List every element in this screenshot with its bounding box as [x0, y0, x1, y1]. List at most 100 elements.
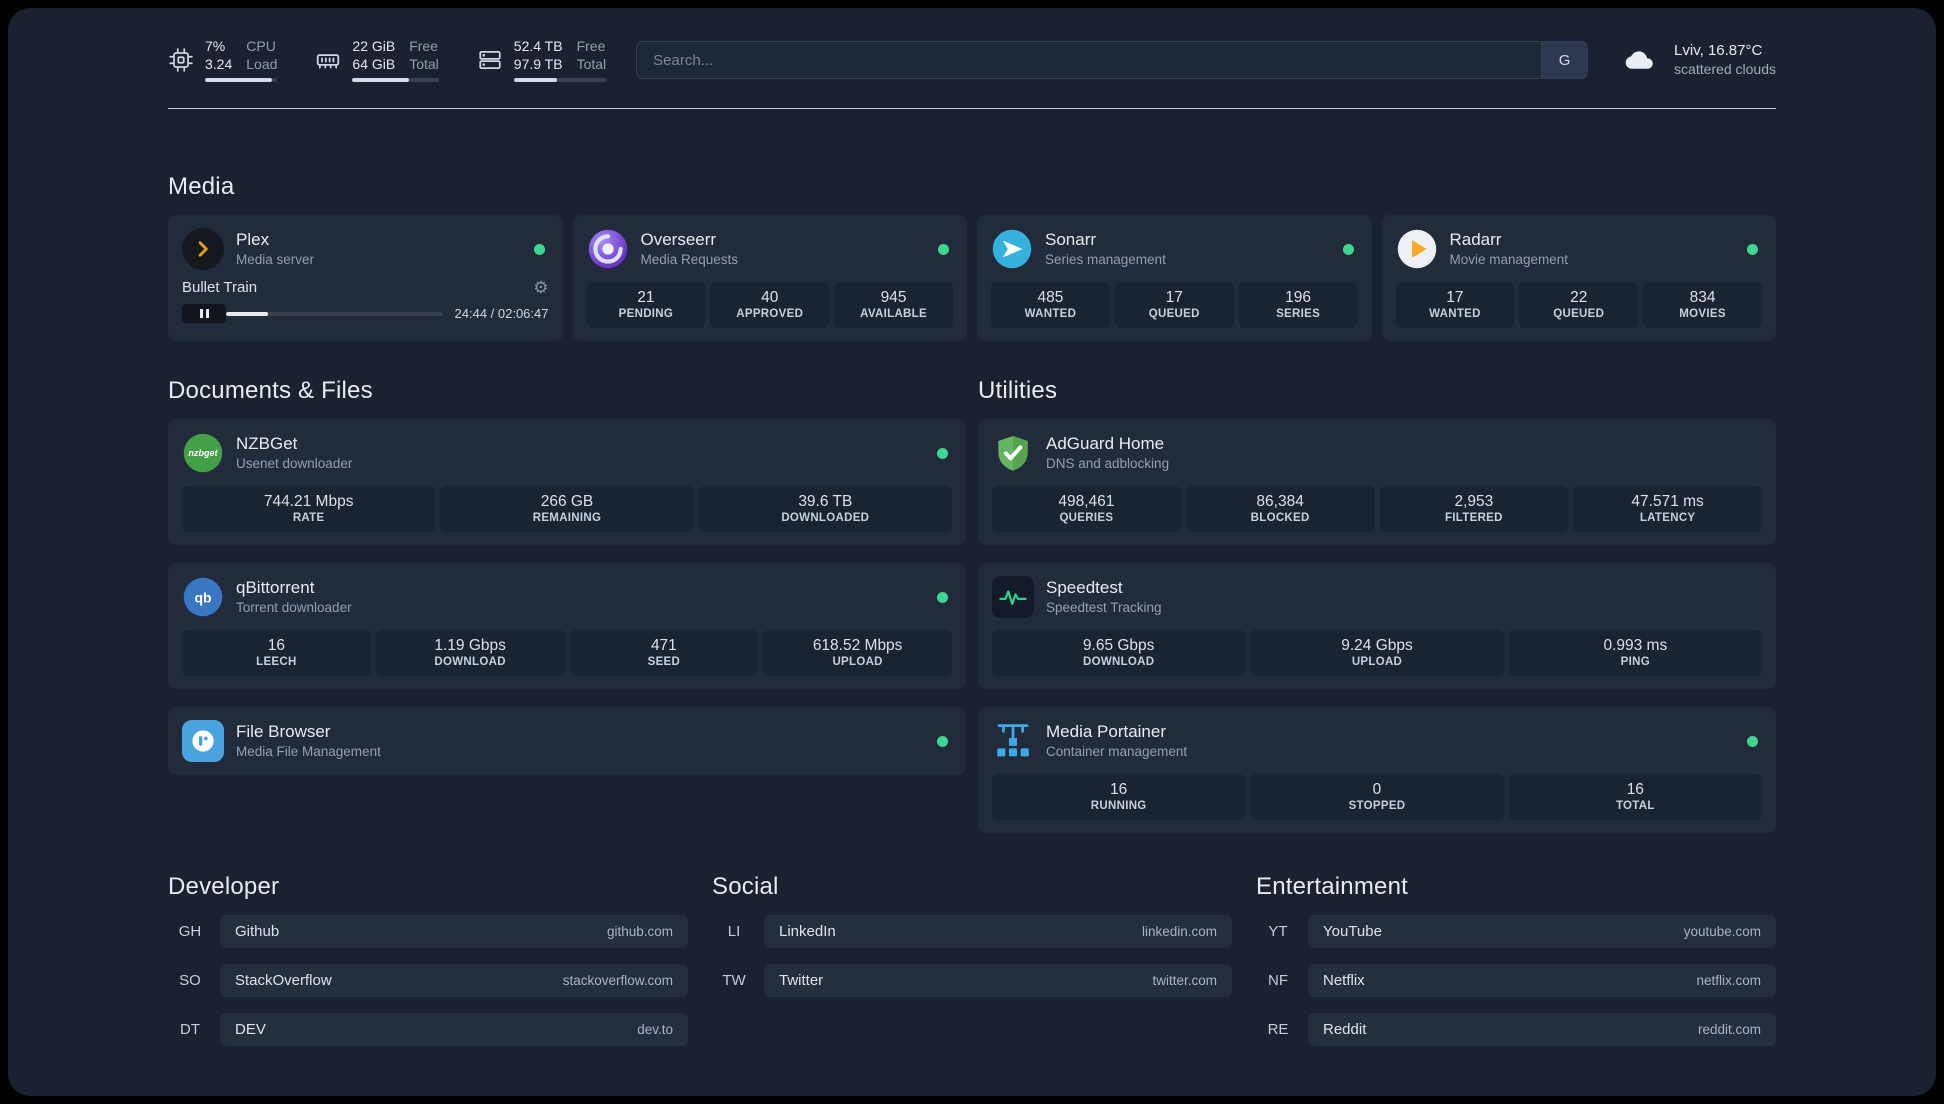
status-dot [1747, 735, 1758, 747]
stat-box: 834 MOVIES [1643, 282, 1762, 328]
stat-box: 16 LEECH [182, 630, 371, 676]
service-link-portainer[interactable]: Media Portainer Container management [992, 720, 1762, 762]
stat-box: 485 WANTED [991, 282, 1110, 328]
topbar-divider [168, 108, 1776, 109]
service-name: NZBGet [236, 434, 298, 453]
service-link-adguard[interactable]: AdGuard Home DNS and adblocking [992, 432, 1762, 474]
stat-box: 9.24 Gbps UPLOAD [1250, 630, 1504, 676]
dashboard-panel: 7% CPU 3.24 Load 22 GiB Free 64 GiB Tota… [8, 8, 1936, 1096]
radarr-icon [1396, 228, 1438, 270]
svg-text:qb: qb [194, 589, 211, 605]
bookmark-reddit[interactable]: RE Reddit reddit.com [1256, 1013, 1776, 1046]
service-link-sonarr[interactable]: Sonarr Series management [991, 228, 1358, 270]
service-name: Plex [236, 230, 270, 249]
stat-box: 1.19 Gbps DOWNLOAD [375, 630, 565, 676]
service-card-radarr: Radarr Movie management 17 WANTED 22 QUE… [1381, 215, 1776, 341]
service-link-plex[interactable]: Plex Media server [182, 228, 549, 270]
memory-total: 64 GiB [352, 56, 396, 72]
section-title-social: Social [712, 873, 779, 900]
topbar: 7% CPU 3.24 Load 22 GiB Free 64 GiB Tota… [168, 38, 1776, 82]
status-dot [1747, 243, 1758, 255]
stat-box: 0.993 ms PING [1508, 630, 1762, 676]
service-card-plex: Plex Media server Bullet Train ⚙ 24:44 /… [168, 215, 563, 341]
service-link-speedtest[interactable]: Speedtest Speedtest Tracking [992, 576, 1762, 618]
bookmark-youtube[interactable]: YT YouTube youtube.com [1256, 915, 1776, 948]
memory-widget: 22 GiB Free 64 GiB Total [315, 38, 439, 82]
section-title-developer: Developer [168, 873, 280, 900]
search-input[interactable] [637, 42, 1542, 78]
cpu-percent: 7% [205, 38, 226, 54]
service-card-filebrowser: File Browser Media File Management [168, 707, 966, 775]
service-desc: Usenet downloader [236, 456, 353, 471]
stat-box: 86,384 BLOCKED [1185, 486, 1375, 532]
service-desc: Torrent downloader [236, 600, 352, 615]
service-name: Media Portainer [1046, 722, 1167, 741]
memory-free-label: Free [409, 38, 439, 54]
service-desc: DNS and adblocking [1046, 456, 1170, 471]
bookmark-linkedin[interactable]: LI LinkedIn linkedin.com [712, 915, 1232, 948]
overseerr-icon [587, 228, 629, 270]
stat-box: 21 PENDING [586, 282, 706, 328]
service-link-filebrowser[interactable]: File Browser Media File Management [182, 720, 952, 762]
service-link-radarr[interactable]: Radarr Movie management [1396, 228, 1763, 270]
section-documents: Documents & Files nzbget NZBGet Usenet d… [168, 377, 966, 833]
status-dot [937, 591, 948, 603]
stat-box: 16 TOTAL [1508, 774, 1762, 820]
cpu-widget: 7% CPU 3.24 Load [168, 38, 278, 82]
service-desc: Movie management [1449, 252, 1569, 267]
playback-time: 24:44 / 02:06:47 [454, 306, 549, 321]
section-utilities: Utilities AdGuard Home DNS and adblockin… [978, 377, 1776, 833]
disk-free-label: Free [576, 38, 606, 54]
bookmark-group-entertainment: Entertainment YT YouTube youtube.com NF … [1256, 873, 1776, 1046]
stat-box: 16 RUNNING [992, 774, 1246, 820]
disk-total-label: Total [576, 56, 607, 72]
stat-box: 39.6 TB DOWNLOADED [698, 486, 952, 532]
stat-box: 9.65 Gbps DOWNLOAD [992, 630, 1246, 676]
search-provider-button[interactable]: G [1541, 42, 1588, 78]
playback-progress-bar [226, 311, 443, 316]
service-desc: Speedtest Tracking [1046, 600, 1162, 615]
status-dot [937, 735, 948, 747]
bookmark-dev[interactable]: DT DEV dev.to [168, 1013, 688, 1046]
stat-box: 266 GB REMAINING [440, 486, 694, 532]
stat-box: 17 WANTED [1395, 282, 1515, 328]
section-title-entertainment: Entertainment [1256, 873, 1409, 900]
service-desc: Media File Management [236, 744, 381, 759]
service-name: File Browser [236, 722, 331, 741]
stat-box: 196 SERIES [1238, 282, 1358, 328]
service-desc: Series management [1045, 252, 1166, 267]
service-card-speedtest: Speedtest Speedtest Tracking 9.65 Gbps D… [978, 563, 1776, 689]
filebrowser-icon [182, 720, 224, 762]
stat-box: 22 QUEUED [1519, 282, 1639, 328]
section-title-documents: Documents & Files [168, 377, 373, 404]
weather-condition: scattered clouds [1674, 61, 1776, 77]
service-desc: Container management [1046, 744, 1188, 759]
service-link-overseerr[interactable]: Overseerr Media Requests [587, 228, 954, 270]
bookmark-twitter[interactable]: TW Twitter twitter.com [712, 964, 1232, 997]
cpu-usage-bar [205, 78, 278, 82]
service-card-adguard: AdGuard Home DNS and adblocking 498,461 … [978, 419, 1776, 545]
pause-button[interactable] [182, 304, 226, 323]
weather-location: Lviv, 16.87°C [1674, 42, 1763, 59]
cloud-icon [1625, 50, 1653, 69]
stat-box: 471 SEED [569, 630, 759, 676]
service-card-overseerr: Overseerr Media Requests 21 PENDING 40 A… [572, 215, 967, 341]
service-card-sonarr: Sonarr Series management 485 WANTED 17 Q… [977, 215, 1372, 341]
cpu-load: 3.24 [205, 56, 233, 72]
bookmark-netflix[interactable]: NF Netflix netflix.com [1256, 964, 1776, 997]
status-dot [938, 243, 949, 255]
bookmark-stackoverflow[interactable]: SO StackOverflow stackoverflow.com [168, 964, 688, 997]
bookmark-github[interactable]: GH Github github.com [168, 915, 688, 948]
plex-icon [182, 228, 224, 270]
service-card-qbittorrent: qb qBittorrent Torrent downloader 16 LEE… [168, 563, 966, 689]
gear-icon[interactable]: ⚙ [533, 279, 548, 296]
svg-text:nzbget: nzbget [188, 448, 218, 458]
nzbget-icon: nzbget [182, 432, 224, 474]
service-link-qbittorrent[interactable]: qb qBittorrent Torrent downloader [182, 576, 952, 618]
service-link-nzbget[interactable]: nzbget NZBGet Usenet downloader [182, 432, 952, 474]
cpu-icon [169, 48, 193, 72]
stat-box: 498,461 QUERIES [992, 486, 1181, 532]
disk-icon [479, 51, 501, 69]
bookmark-group-developer: Developer GH Github github.com SO StackO… [168, 873, 688, 1046]
service-name: Radarr [1449, 230, 1502, 249]
